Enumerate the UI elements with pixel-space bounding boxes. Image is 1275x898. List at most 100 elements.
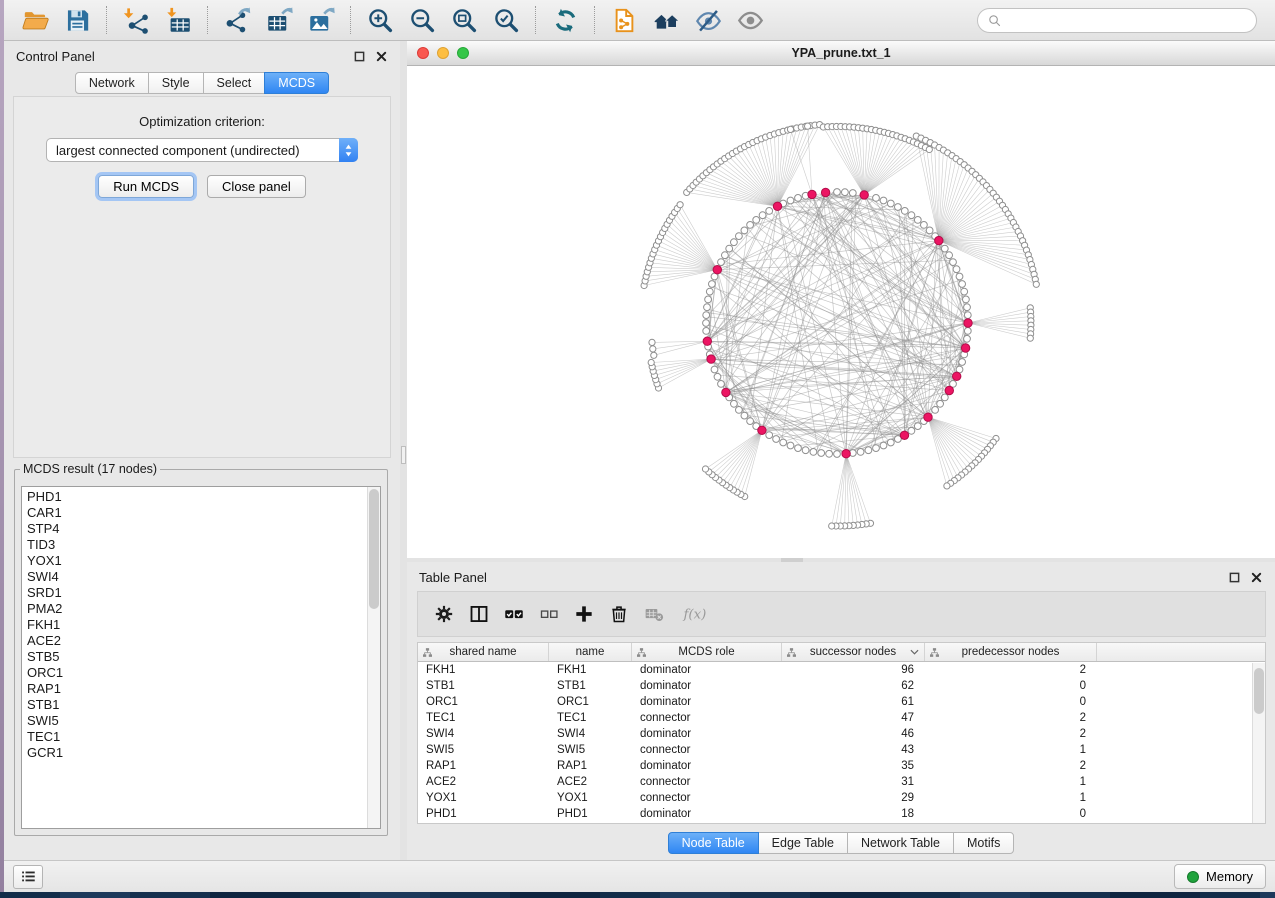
tab-mcds[interactable]: MCDS	[264, 72, 329, 94]
hide-selected-button[interactable]	[687, 2, 729, 38]
splitter-grip[interactable]	[401, 446, 406, 464]
run-mcds-button[interactable]: Run MCDS	[98, 175, 194, 198]
zoom-fit-button[interactable]	[443, 2, 485, 38]
zoom-selected-button[interactable]	[485, 2, 527, 38]
table-row[interactable]: RAP1RAP1dominator352	[418, 758, 1265, 774]
table-row[interactable]: YOX1YOX1connector291	[418, 790, 1265, 806]
mcds-result-item[interactable]: SWI4	[22, 569, 366, 585]
table-panel-title: Table Panel	[419, 570, 487, 585]
cell-predecessor-nodes: 2	[925, 712, 1097, 724]
columns-button[interactable]	[468, 602, 490, 626]
table-row[interactable]: SWI4SWI4dominator462	[418, 726, 1265, 742]
mcds-result-item[interactable]: RAP1	[22, 681, 366, 697]
memory-button[interactable]: Memory	[1174, 864, 1266, 889]
tab-style[interactable]: Style	[148, 72, 204, 94]
import-network-button[interactable]	[115, 2, 157, 38]
mcds-result-item[interactable]: ORC1	[22, 665, 366, 681]
table-row[interactable]: ORC1ORC1dominator610	[418, 694, 1265, 710]
mcds-list-scrollbar[interactable]	[367, 487, 380, 828]
cell-successor-nodes: 47	[782, 712, 925, 724]
open-file-button[interactable]	[14, 2, 56, 38]
table-row[interactable]: PHD1PHD1dominator180	[418, 806, 1265, 822]
tab-select[interactable]: Select	[203, 72, 266, 94]
zoom-in-button[interactable]	[359, 2, 401, 38]
add-icon	[573, 604, 595, 624]
mcds-result-item[interactable]: CAR1	[22, 505, 366, 521]
mcds-result-item[interactable]: TEC1	[22, 729, 366, 745]
cell-MCDS-role: dominator	[632, 664, 782, 676]
export-table-button[interactable]	[258, 2, 300, 38]
zoom-fit-icon	[451, 7, 478, 34]
optimization-criterion-select[interactable]: largest connected component (undirected)	[46, 138, 358, 162]
gear-button[interactable]	[433, 602, 455, 626]
column-header-successor-nodes[interactable]: successor nodes	[782, 643, 925, 661]
column-header-MCDS-role[interactable]: MCDS role	[632, 643, 782, 661]
tab-network[interactable]: Network	[75, 72, 149, 94]
mcds-result-item[interactable]: SRD1	[22, 585, 366, 601]
column-header-filler	[1097, 643, 1254, 661]
network-document-button[interactable]	[603, 2, 645, 38]
table-row[interactable]: TEC1TEC1connector472	[418, 710, 1265, 726]
tab-motifs[interactable]: Motifs	[953, 832, 1014, 854]
mcds-result-item[interactable]: FKH1	[22, 617, 366, 633]
vertical-splitter[interactable]	[400, 41, 407, 860]
scrollbar-thumb[interactable]	[369, 489, 379, 609]
control-panel-float-button[interactable]	[353, 50, 366, 63]
mcds-result-item[interactable]: STB1	[22, 697, 366, 713]
tab-edge-table[interactable]: Edge Table	[758, 832, 848, 854]
window-close-button[interactable]	[417, 47, 429, 59]
table-row[interactable]: ACE2ACE2connector311	[418, 774, 1265, 790]
mcds-result-item[interactable]: YOX1	[22, 553, 366, 569]
mcds-result-item[interactable]: TID3	[22, 537, 366, 553]
save-button[interactable]	[56, 2, 98, 38]
column-header-shared-name[interactable]: shared name	[418, 643, 549, 661]
mcds-result-item[interactable]: SWI5	[22, 713, 366, 729]
deselect-all-checks-button[interactable]	[538, 602, 560, 626]
mcds-result-item[interactable]: STP4	[22, 521, 366, 537]
cell-successor-nodes: 29	[782, 792, 925, 804]
search-input[interactable]	[1007, 12, 1247, 28]
mcds-result-item[interactable]: GCR1	[22, 745, 366, 761]
scrollbar-thumb[interactable]	[1254, 668, 1264, 714]
mcds-result-item[interactable]: STB5	[22, 649, 366, 665]
task-history-button[interactable]	[13, 865, 43, 889]
trash-button[interactable]	[608, 602, 630, 626]
column-header-predecessor-nodes[interactable]: predecessor nodes	[925, 643, 1097, 661]
window-minimize-button[interactable]	[437, 47, 449, 59]
select-all-checks-button[interactable]	[503, 602, 525, 626]
table-panel-float-button[interactable]	[1228, 571, 1241, 584]
mcds-result-item[interactable]: ACE2	[22, 633, 366, 649]
mcds-result-group: MCDS result (17 nodes) PHD1CAR1STP4TID3Y…	[14, 462, 388, 836]
refresh-button[interactable]	[544, 2, 586, 38]
tab-node-table[interactable]: Node Table	[668, 832, 759, 854]
delete-table-icon	[643, 604, 665, 624]
mcds-result-item[interactable]: PHD1	[22, 489, 366, 505]
cell-successor-nodes: 46	[782, 728, 925, 740]
first-neighbors-button[interactable]	[645, 2, 687, 38]
add-button[interactable]	[573, 602, 595, 626]
gear-icon	[433, 604, 455, 624]
cell-successor-nodes: 61	[782, 696, 925, 708]
show-all-button[interactable]	[729, 2, 771, 38]
column-header-name[interactable]: name	[549, 643, 632, 661]
table-row[interactable]: SWI5SWI5connector431	[418, 742, 1265, 758]
import-table-button[interactable]	[157, 2, 199, 38]
cell-MCDS-role: connector	[632, 792, 782, 804]
export-image-button[interactable]	[300, 2, 342, 38]
zoom-out-button[interactable]	[401, 2, 443, 38]
mcds-result-item[interactable]: PMA2	[22, 601, 366, 617]
toolbar-separator	[207, 6, 208, 34]
table-row[interactable]: STB1STB1dominator620	[418, 678, 1265, 694]
network-canvas[interactable]	[407, 66, 1275, 558]
close-panel-button[interactable]: Close panel	[207, 175, 306, 198]
export-network-button[interactable]	[216, 2, 258, 38]
control-panel-close-button[interactable]	[375, 50, 388, 63]
window-maximize-button[interactable]	[457, 47, 469, 59]
network-graph[interactable]	[407, 66, 1275, 558]
table-panel-close-button[interactable]	[1250, 571, 1263, 584]
tab-network-table[interactable]: Network Table	[847, 832, 954, 854]
table-row[interactable]: FKH1FKH1dominator962	[418, 662, 1265, 678]
cell-shared-name: YOX1	[418, 792, 549, 804]
search-box[interactable]	[977, 8, 1257, 33]
table-scrollbar[interactable]	[1252, 663, 1265, 823]
